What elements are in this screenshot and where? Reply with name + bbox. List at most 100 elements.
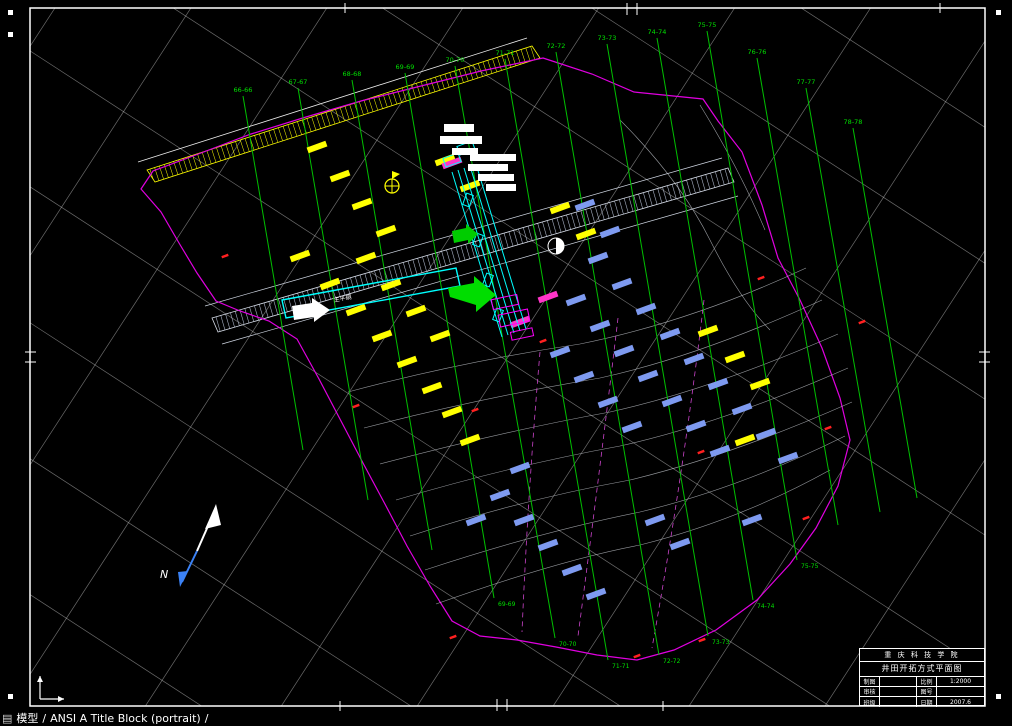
blue-survey-bar: [573, 370, 595, 384]
grid-line: [30, 50, 985, 672]
grid-line: [0, 117, 1012, 726]
grid-line: [552, 40, 985, 706]
field-label: 日期: [917, 697, 937, 707]
red-mark: [757, 275, 765, 281]
model-tab[interactable]: 模型: [16, 712, 38, 726]
grid-line: [30, 458, 412, 706]
grid-line: [30, 8, 328, 466]
blue-survey-bar: [489, 488, 511, 502]
field-value: [880, 697, 917, 707]
red-mark: [633, 653, 641, 659]
section-line: [852, 127, 918, 499]
field-value: [880, 677, 917, 687]
band-edge-line: [221, 195, 739, 345]
autocad-window: 66-66 67-67 68-68 69-69 69-69 70-70 70-70 71-71…: [0, 0, 1012, 726]
red-mark: [858, 319, 866, 325]
label-box: [468, 164, 508, 171]
grid-line: [0, 0, 1012, 603]
label: 78-78: [844, 118, 863, 126]
yellow-survey-bar: [724, 350, 746, 364]
grid-line: [144, 8, 600, 706]
blue-survey-bar: [611, 277, 633, 291]
red-mark: [824, 425, 832, 431]
blue-survey-bar: [599, 225, 621, 239]
red-mark: [352, 403, 360, 409]
blue-survey-bar: [561, 563, 583, 577]
field-label: 审核: [860, 687, 880, 697]
magenta-survey-bar: [537, 290, 559, 304]
yellow-survey-bar: [441, 405, 463, 419]
yellow-survey-bar: [421, 381, 443, 395]
layout-tabs-icon: ▤: [2, 712, 13, 725]
grid-line: [172, 8, 985, 536]
label: 75-75: [801, 563, 819, 570]
contour-line: [619, 119, 771, 331]
grid-line: [30, 186, 831, 706]
field-value: [880, 687, 917, 697]
grid-line: [0, 0, 176, 726]
label: 67-67: [289, 78, 308, 86]
grid-line: [0, 0, 654, 726]
section-line: [242, 95, 304, 451]
slope-hatch-band: [146, 45, 541, 183]
yellow-survey-bar: [329, 169, 351, 183]
titleblock-drawing-title: 井田开拓方式平面图: [860, 662, 984, 677]
contour-line: [699, 104, 766, 231]
north-arrow-icon: [196, 516, 213, 552]
cad-canvas[interactable]: 66-66 67-67 68-68 69-69 69-69 70-70 70-70 71-71…: [0, 0, 1012, 726]
label: 74-74: [757, 603, 775, 610]
grid-line: [0, 0, 1012, 508]
grid-line: [960, 668, 985, 706]
grid-line: [550, 0, 1012, 726]
yellow-survey-bar: [355, 251, 377, 265]
blue-survey-bar: [685, 419, 707, 433]
grid-line: [30, 322, 621, 706]
grid-line: [0, 0, 462, 726]
grid-line: [0, 0, 1012, 699]
benchmark-flag: [392, 171, 400, 179]
yellow-survey-bar: [375, 224, 397, 238]
grid-line: [741, 0, 1012, 726]
blue-survey-bar: [707, 377, 729, 391]
label: 76-76: [748, 48, 767, 56]
title-block: 重 庆 科 技 学 院 井田开拓方式平面图 制图 比例 1:2000 审核 图号…: [859, 648, 985, 707]
label: 73-73: [712, 639, 730, 646]
blue-survey-bar: [537, 538, 559, 552]
label-box: [452, 148, 478, 155]
grid-line: [0, 0, 367, 726]
label: N: [160, 568, 168, 581]
red-mark: [802, 515, 810, 521]
layout-tab-bar: ▤ 模型 / ANSI A Title Block (portrait) /: [0, 712, 1012, 726]
grid-line: [688, 249, 985, 706]
label: 72-72: [663, 658, 681, 665]
section-line: [606, 43, 709, 637]
ucs-icon: [58, 696, 64, 702]
grid-line: [0, 0, 80, 726]
blue-survey-bar: [709, 444, 731, 458]
section-line: [504, 58, 609, 661]
yellow-survey-bar: [549, 201, 571, 215]
yellow-survey-bar: [459, 433, 481, 447]
section-line: [656, 37, 754, 601]
contour-line: [435, 469, 831, 605]
blue-survey-bar: [621, 420, 643, 434]
grid-line: [800, 8, 985, 128]
yellow-survey-bar: [371, 329, 393, 343]
cyan-structure: [462, 192, 474, 208]
layout-tab[interactable]: ANSI A Title Block (portrait): [50, 712, 201, 726]
registration-mark: [8, 10, 13, 15]
blue-survey-bar: [659, 327, 681, 341]
label-box: [440, 136, 482, 144]
field-label: 比例: [917, 677, 937, 687]
label-box: [444, 124, 474, 132]
grid-line: [381, 8, 985, 400]
label-box: [470, 154, 516, 161]
blue-survey-bar: [613, 344, 635, 358]
red-mark: [539, 338, 547, 344]
grid-line: [30, 594, 203, 706]
red-mark: [697, 449, 705, 455]
registration-mark: [996, 694, 1001, 699]
grid-line: [0, 0, 271, 726]
tab-separator: /: [204, 712, 209, 725]
drawing-layers: 66-66 67-67 68-68 69-69 69-69 70-70 70-70 71-71…: [0, 0, 1012, 726]
